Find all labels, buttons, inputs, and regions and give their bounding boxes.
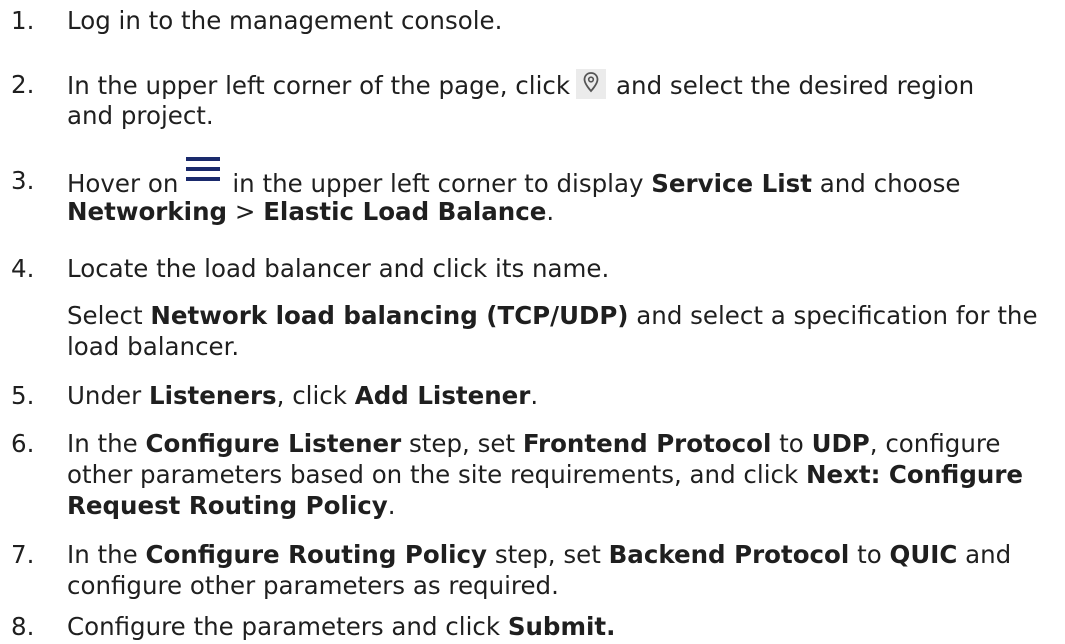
step-text: and project. <box>67 101 214 130</box>
step-text: and select a specification for the <box>636 301 1038 330</box>
step-number: 3. <box>11 166 35 195</box>
service-list-label: Service List <box>651 169 812 198</box>
punctuation: . <box>387 491 396 520</box>
listeners-label: Listeners <box>148 381 277 410</box>
step-text: In the <box>67 429 138 458</box>
step-text: step, set <box>494 540 601 569</box>
step-number: 7. <box>11 540 35 569</box>
request-routing-policy-label: Request Routing Policy <box>67 491 388 520</box>
step-text: In the <box>67 540 138 569</box>
step-text: Hover on <box>67 169 179 198</box>
punctuation: . <box>546 197 555 226</box>
quic-label: QUIC <box>889 540 958 569</box>
step-text: and select the desired region <box>616 71 975 100</box>
step-text: configure other parameters as required. <box>67 571 559 600</box>
step-text: Select <box>67 301 143 330</box>
step-text: to <box>779 429 804 458</box>
configure-listener-label: Configure Listener <box>145 429 402 458</box>
frontend-protocol-label: Frontend Protocol <box>522 429 772 458</box>
location-pin-icon[interactable] <box>576 69 607 99</box>
backend-protocol-label: Backend Protocol <box>608 540 850 569</box>
step-number: 5. <box>11 381 35 410</box>
step-text: , click <box>276 381 347 410</box>
step-text: In the upper left corner of the page, cl… <box>67 71 571 100</box>
punctuation: . <box>530 381 539 410</box>
breadcrumb-separator: > <box>234 197 256 226</box>
step-text: to <box>857 540 882 569</box>
step-text: in the upper left corner to display <box>232 169 644 198</box>
step-text: and <box>965 540 1012 569</box>
step-text: Configure the parameters and click <box>67 612 501 641</box>
networking-label: Networking <box>67 197 228 226</box>
step-text: Log in to the management console. <box>67 6 503 35</box>
step-text: , configure <box>869 429 1001 458</box>
step-number: 8. <box>11 612 35 641</box>
elastic-load-balance-label: Elastic Load Balance <box>263 197 547 226</box>
hamburger-menu-icon[interactable] <box>186 157 221 193</box>
submit-label: Submit. <box>507 612 616 641</box>
step-text: step, set <box>409 429 516 458</box>
configure-routing-policy-label: Configure Routing Policy <box>145 540 488 569</box>
step-number: 4. <box>11 254 35 283</box>
step-text: Under <box>67 381 142 410</box>
step-number: 1. <box>11 6 35 35</box>
step-text: other parameters based on the site requi… <box>67 460 799 489</box>
udp-label: UDP <box>811 429 870 458</box>
add-listener-label: Add Listener <box>354 381 531 410</box>
step-text: load balancer. <box>67 332 240 361</box>
step-text: and choose <box>819 169 961 198</box>
step-number: 6. <box>11 429 35 458</box>
step-text: Locate the load balancer and click its n… <box>67 254 610 283</box>
step-number: 2. <box>11 70 35 99</box>
network-load-balancing-label: Network load balancing (TCP/UDP) <box>150 301 629 330</box>
next-configure-label: Next: Configure <box>805 460 1024 489</box>
step-4-note: Select Network load balancing (TCP/UDP) … <box>67 300 1038 362</box>
